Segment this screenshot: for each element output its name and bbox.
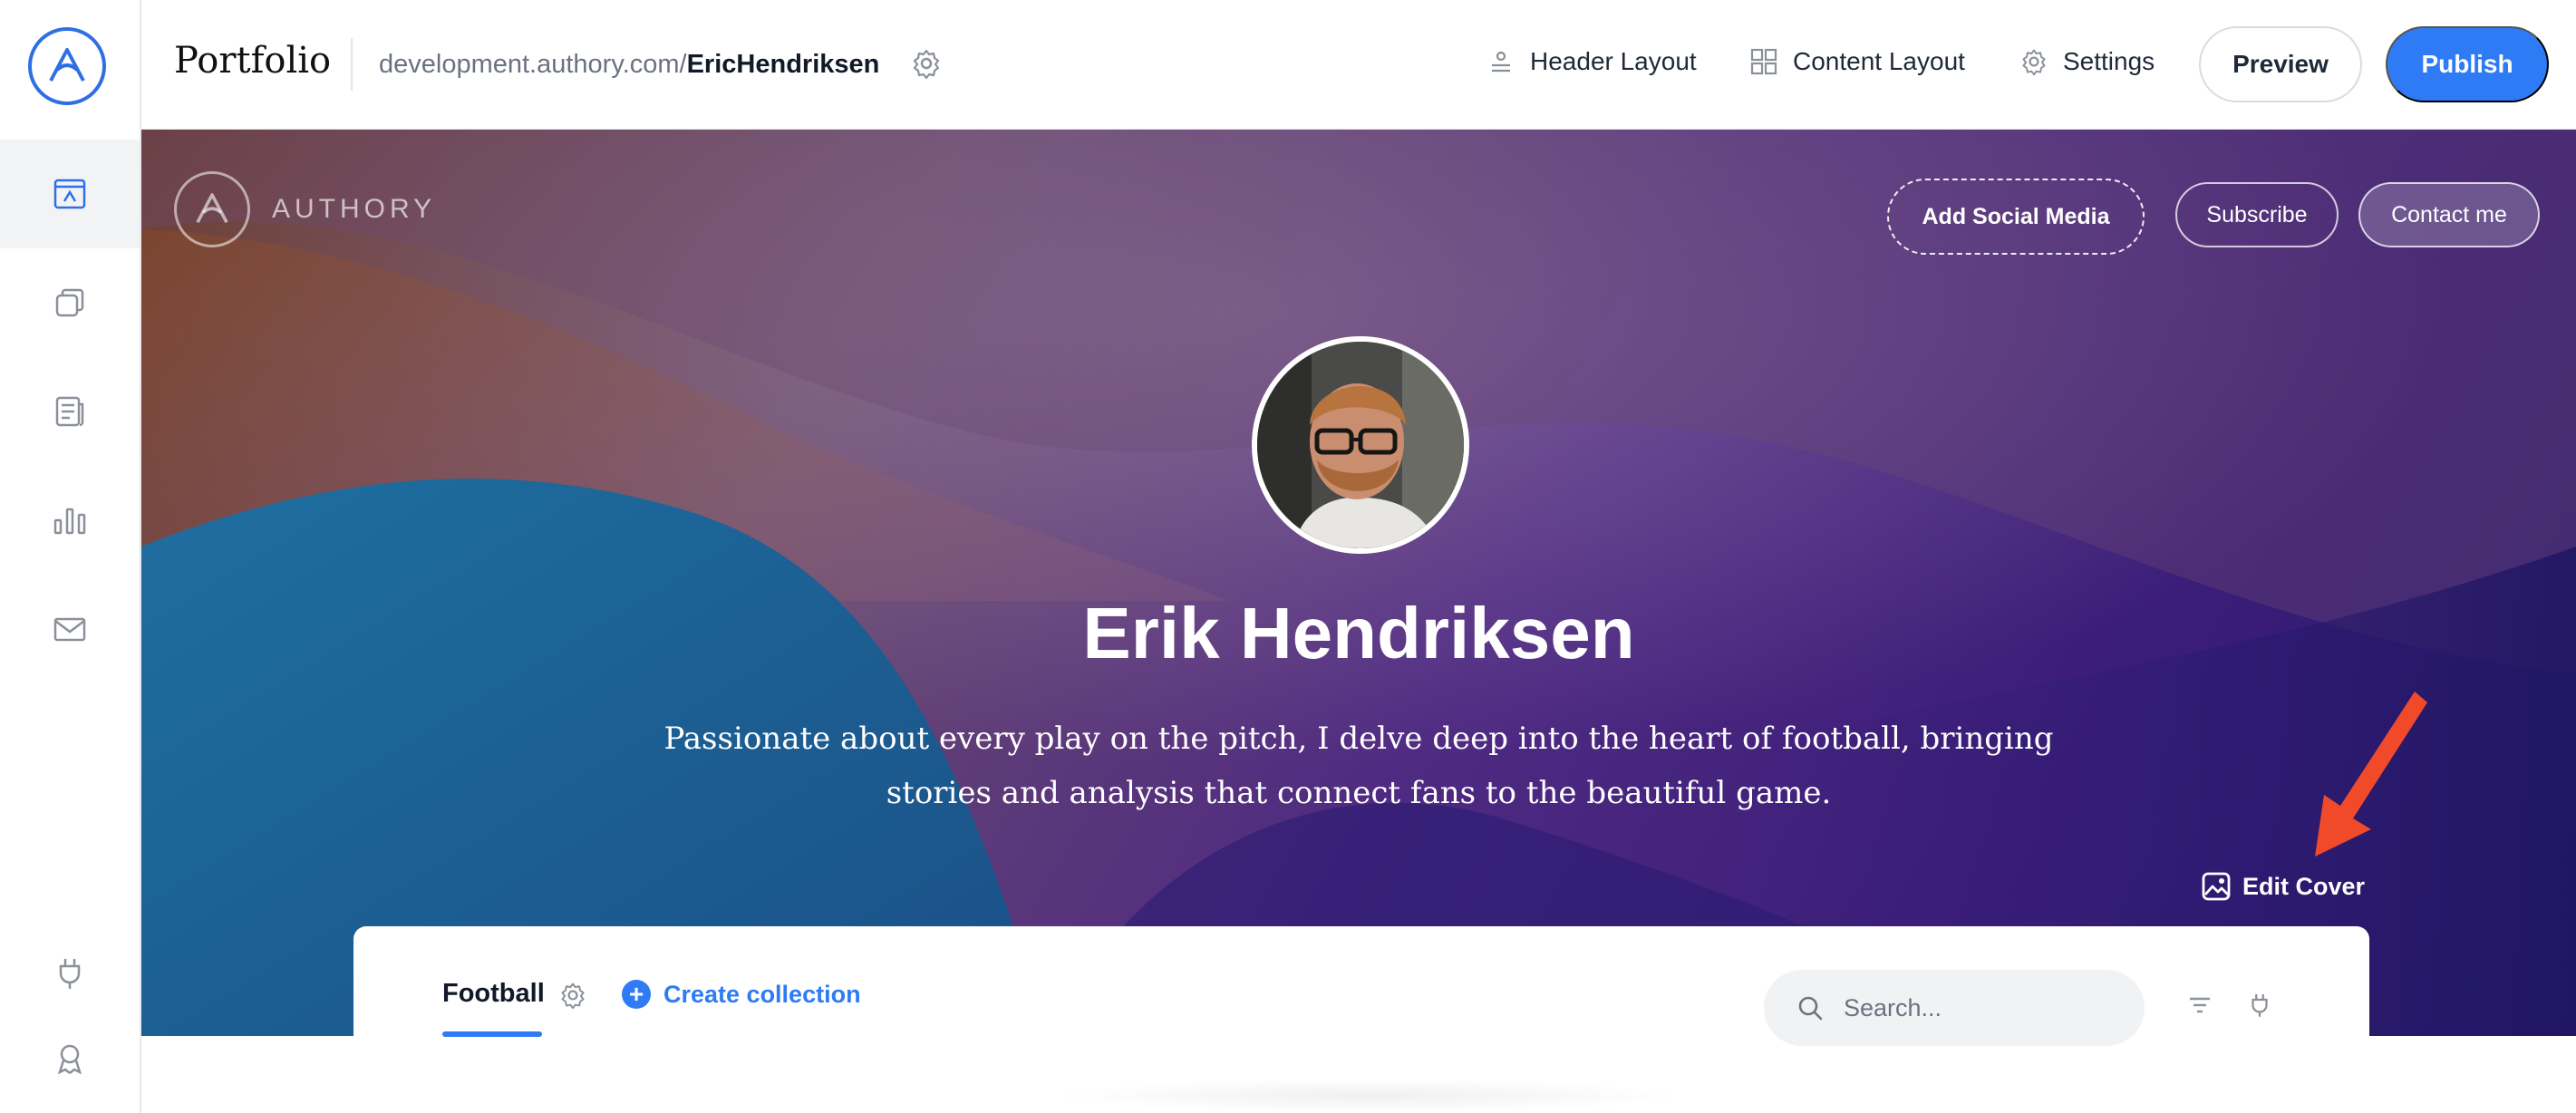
tab-football[interactable]: Football xyxy=(442,979,545,1009)
content-layout-label: Content Layout xyxy=(1793,47,1965,75)
collection-settings-button[interactable] xyxy=(558,981,587,1014)
brand-mark xyxy=(174,171,250,247)
create-collection-button[interactable]: + Create collection xyxy=(622,980,861,1009)
url-username: EricHendriksen xyxy=(686,50,880,79)
image-icon xyxy=(2202,872,2231,901)
search-box[interactable] xyxy=(1764,970,2145,1046)
search-icon xyxy=(1798,996,1823,1021)
profile-name: Erik Hendriksen xyxy=(1082,593,1635,673)
copy-icon xyxy=(55,288,84,317)
authory-logo-icon xyxy=(196,193,228,224)
edit-cover-button[interactable]: Edit Cover xyxy=(2201,871,2365,902)
plug-icon xyxy=(59,959,81,989)
subscribe-button[interactable]: Subscribe xyxy=(2175,182,2339,247)
sidebar-item-achievements[interactable] xyxy=(0,1004,140,1113)
active-tab-indicator xyxy=(442,1031,542,1037)
portfolio-icon xyxy=(53,179,86,209)
gear-icon xyxy=(913,49,940,80)
sidebar-item-collections[interactable] xyxy=(0,248,140,357)
award-icon xyxy=(57,1044,82,1075)
sidebar-item-analytics[interactable] xyxy=(0,466,140,575)
hero-brand-logo: AUTHORY xyxy=(174,171,436,247)
url-prefix: development.authory.com/ xyxy=(379,50,687,79)
page-title: Portfolio xyxy=(174,40,332,82)
plug-icon xyxy=(2252,994,2268,1017)
profile-bio: Passionate about every play on the pitch… xyxy=(663,721,2054,811)
create-collection-label: Create collection xyxy=(663,980,861,1008)
settings-button[interactable]: Settings xyxy=(2019,47,2155,76)
search-input[interactable] xyxy=(1844,993,2116,1022)
edit-cover-label: Edit Cover xyxy=(2242,872,2366,900)
authory-logo-icon xyxy=(49,48,85,82)
gear-icon xyxy=(2022,49,2046,76)
portfolio-url: development.authory.com/EricHendriksen xyxy=(379,50,879,80)
grid-icon xyxy=(1750,48,1777,75)
header-layout-button[interactable]: Header Layout xyxy=(1487,47,1697,76)
settings-label: Settings xyxy=(2063,47,2155,75)
content-layout-button[interactable]: Content Layout xyxy=(1749,47,1965,76)
mail-icon xyxy=(53,617,86,642)
add-social-media-button[interactable]: Add Social Media xyxy=(1887,179,2145,255)
left-sidebar xyxy=(0,0,141,1113)
card-shadow xyxy=(1051,1079,1686,1113)
sidebar-item-newsletter[interactable] xyxy=(0,575,140,683)
sidebar-item-portfolio[interactable] xyxy=(0,140,140,248)
avatar[interactable] xyxy=(1252,336,1469,554)
gear-icon xyxy=(561,982,585,1010)
publish-button[interactable]: Publish xyxy=(2386,26,2549,102)
red-arrow-annotation xyxy=(2315,692,2427,857)
contact-me-button[interactable]: Contact me xyxy=(2358,182,2540,247)
header-layout-icon xyxy=(1492,51,1510,73)
url-settings-button[interactable] xyxy=(910,47,943,84)
title-divider xyxy=(351,38,353,91)
brand-wordmark: AUTHORY xyxy=(272,194,437,224)
profile-photo xyxy=(1257,342,1464,548)
sidebar-item-content[interactable] xyxy=(0,357,140,466)
bar-chart-icon xyxy=(53,508,86,535)
article-icon xyxy=(55,396,84,427)
header-layout-label: Header Layout xyxy=(1530,47,1697,75)
authory-logo[interactable] xyxy=(28,27,106,105)
plus-icon: + xyxy=(622,980,651,1009)
filter-button[interactable] xyxy=(2186,992,2213,1023)
filter-icon xyxy=(2190,997,2210,1013)
integrations-button[interactable] xyxy=(2246,992,2273,1023)
preview-button[interactable]: Preview xyxy=(2199,26,2362,102)
top-bar: Portfolio development.authory.com/EricHe… xyxy=(141,0,2576,130)
cover-header: AUTHORY Add Social Media Subscribe Conta… xyxy=(141,130,2576,1036)
